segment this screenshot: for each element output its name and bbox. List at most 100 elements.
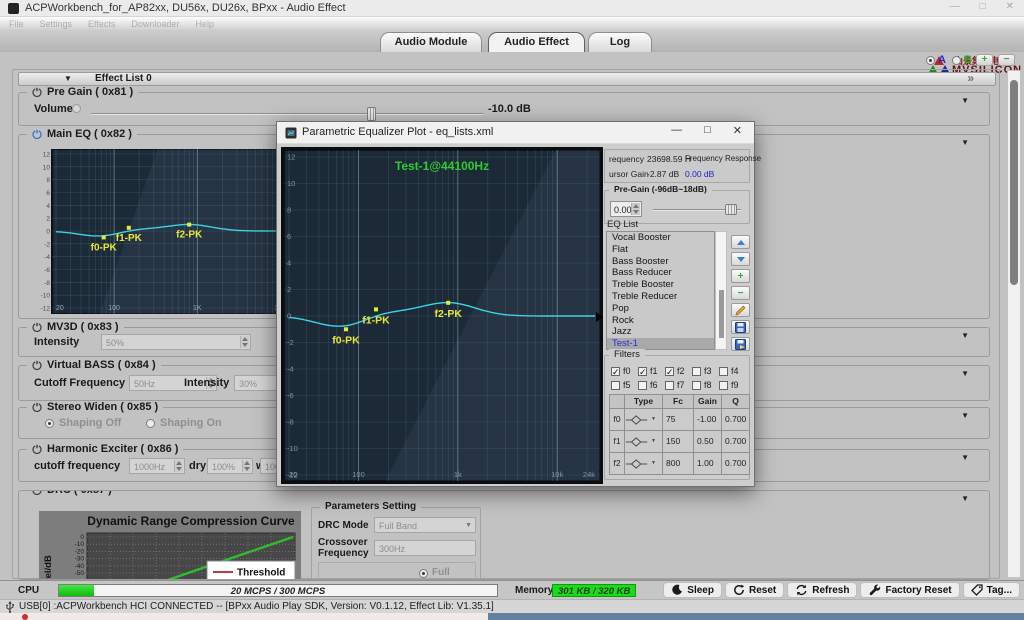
crossover-frequency-input[interactable]: 300Hz: [374, 540, 476, 556]
section-dropdown-icon[interactable]: ▼: [961, 331, 969, 340]
pre-gain-slider-handle[interactable]: [725, 204, 737, 215]
edit-preset-button[interactable]: [731, 303, 750, 317]
factory-reset-button[interactable]: Factory Reset: [860, 582, 959, 598]
filter-gain-cell[interactable]: 1.00: [694, 453, 721, 474]
filter-checkbox-f2[interactable]: ✓f2: [665, 364, 692, 378]
add-preset-button[interactable]: +: [731, 269, 750, 283]
collapse-icon[interactable]: ▼: [64, 74, 72, 83]
eq-list-item-rock[interactable]: Rock: [607, 315, 714, 327]
section-dropdown-icon[interactable]: ▼: [961, 494, 969, 503]
checkbox-icon[interactable]: [719, 367, 728, 376]
eq-list-item-pop[interactable]: Pop: [607, 303, 714, 315]
section-dropdown-icon[interactable]: ▼: [961, 138, 969, 147]
filter-q-cell[interactable]: 0.700: [722, 409, 749, 430]
eq-list-box[interactable]: Vocal BoosterFlatBass BoosterBass Reduce…: [606, 231, 715, 350]
spinner-arrows-icon[interactable]: [240, 336, 249, 348]
eq-list-scrollbar-thumb[interactable]: [719, 290, 724, 338]
power-icon[interactable]: [32, 322, 42, 332]
dialog-minimize-button[interactable]: —: [671, 124, 682, 137]
power-icon[interactable]: [32, 402, 42, 412]
menu-downloader[interactable]: Downloader: [131, 19, 179, 29]
add-button[interactable]: +: [976, 54, 993, 66]
remove-button[interactable]: −: [998, 54, 1015, 66]
filter-fc-cell[interactable]: 75: [663, 409, 693, 430]
dialog-eq-plot[interactable]: f0-PKf1-PKf2-PK121086420-2-4-6-8-10-1220…: [284, 150, 600, 481]
remove-preset-button[interactable]: −: [731, 286, 750, 300]
filter-type-dropdown[interactable]: ▼: [625, 431, 662, 452]
shaping-on-radio[interactable]: [146, 419, 155, 428]
drc-mode-select[interactable]: Full Band ▼: [374, 517, 476, 533]
filter-checkbox-f3[interactable]: f3: [692, 364, 719, 378]
eq-list-item-bass-reducer[interactable]: Bass Reducer: [607, 267, 714, 279]
dialog-title-bar[interactable]: Parametric Equalizer Plot - eq_lists.xml…: [277, 122, 754, 144]
section-dropdown-icon[interactable]: ▼: [961, 411, 969, 420]
effect-list-header[interactable]: ▼ Effect List 0 »: [18, 72, 996, 86]
refresh-button[interactable]: Refresh: [787, 582, 857, 598]
filter-q-cell[interactable]: 0.700: [722, 431, 749, 452]
menu-settings[interactable]: Settings: [40, 19, 73, 29]
spinner-arrows-icon[interactable]: [242, 460, 251, 472]
plot-cursor-icon[interactable]: [596, 312, 603, 322]
scrollbar-thumb[interactable]: [1010, 80, 1018, 285]
eq-list-scrollbar[interactable]: [715, 231, 727, 350]
dialog-maximize-button[interactable]: □: [704, 124, 711, 137]
filter-checkbox-f1[interactable]: ✓f1: [638, 364, 665, 378]
volume-slider-track[interactable]: [91, 113, 483, 115]
eq-list-item-jazz[interactable]: Jazz: [607, 326, 714, 338]
shaping-off-radio[interactable]: [45, 419, 54, 428]
checkbox-icon[interactable]: ✓: [611, 367, 620, 376]
save-preset-button[interactable]: [731, 320, 750, 334]
maximize-button[interactable]: □: [980, 1, 986, 12]
checkbox-icon[interactable]: [692, 381, 701, 390]
eq-list-item-vocal-booster[interactable]: Vocal Booster: [607, 232, 714, 244]
pre-gain-input[interactable]: 0.00: [610, 201, 642, 217]
checkbox-icon[interactable]: [692, 367, 701, 376]
volume-slider-handle[interactable]: [367, 107, 376, 121]
power-icon[interactable]: [32, 490, 42, 495]
eq-list-item-treble-reducer[interactable]: Treble Reducer: [607, 291, 714, 303]
dialog-close-button[interactable]: ✕: [733, 124, 742, 137]
close-button[interactable]: ✕: [1006, 1, 1014, 12]
menu-effects[interactable]: Effects: [88, 19, 115, 29]
filter-fc-cell[interactable]: 800: [663, 453, 693, 474]
menu-help[interactable]: Help: [195, 19, 214, 29]
eq-list-item-bass-booster[interactable]: Bass Booster: [607, 256, 714, 268]
export-preset-button[interactable]: [731, 337, 750, 351]
eq-list-item-treble-booster[interactable]: Treble Booster: [607, 279, 714, 291]
tab-audio-module[interactable]: Audio Module: [380, 32, 482, 52]
checkbox-icon[interactable]: ✓: [638, 367, 647, 376]
filter-fc-cell[interactable]: 150: [663, 431, 693, 452]
tab-log[interactable]: Log: [588, 32, 652, 52]
radio-a[interactable]: [926, 56, 935, 65]
spinner-arrows-icon[interactable]: [631, 203, 640, 215]
filter-checkbox-f6[interactable]: f6: [638, 378, 665, 392]
checkbox-icon[interactable]: ✓: [665, 367, 674, 376]
power-icon[interactable]: [32, 129, 42, 139]
filter-q-cell[interactable]: 0.700: [722, 453, 749, 474]
spinner-arrows-icon[interactable]: [174, 460, 183, 472]
full-band-radio[interactable]: [419, 569, 428, 578]
radio-b[interactable]: [952, 56, 961, 65]
dry-input[interactable]: 100%: [207, 458, 253, 474]
sleep-button[interactable]: Sleep: [663, 582, 722, 598]
move-up-button[interactable]: [731, 235, 750, 249]
power-icon[interactable]: [32, 87, 42, 97]
section-dropdown-icon[interactable]: ▼: [961, 453, 969, 462]
filter-checkbox-f4[interactable]: f4: [719, 364, 746, 378]
filter-checkbox-f7[interactable]: f7: [665, 378, 692, 392]
minimize-button[interactable]: —: [950, 1, 960, 12]
checkbox-icon[interactable]: [611, 381, 620, 390]
checkbox-icon[interactable]: [638, 381, 647, 390]
tag-button[interactable]: Tag...: [963, 582, 1020, 598]
mv3d-intensity-input[interactable]: 50%: [101, 334, 251, 350]
main-eq-plot[interactable]: f0-PKf1-PKf2-PK121086420-2-4-6-8-10-1220…: [39, 149, 316, 314]
vertical-scrollbar[interactable]: [1007, 70, 1021, 578]
he-cutoff-input[interactable]: 1000Hz: [129, 458, 185, 474]
section-dropdown-icon[interactable]: ▼: [961, 369, 969, 378]
filter-gain-cell[interactable]: 0.50: [694, 431, 721, 452]
filter-type-dropdown[interactable]: ▼: [625, 409, 662, 430]
filter-checkbox-f9[interactable]: f9: [719, 378, 746, 392]
power-icon[interactable]: [32, 360, 42, 370]
section-dropdown-icon[interactable]: ▼: [961, 96, 969, 105]
move-down-button[interactable]: [731, 252, 750, 266]
